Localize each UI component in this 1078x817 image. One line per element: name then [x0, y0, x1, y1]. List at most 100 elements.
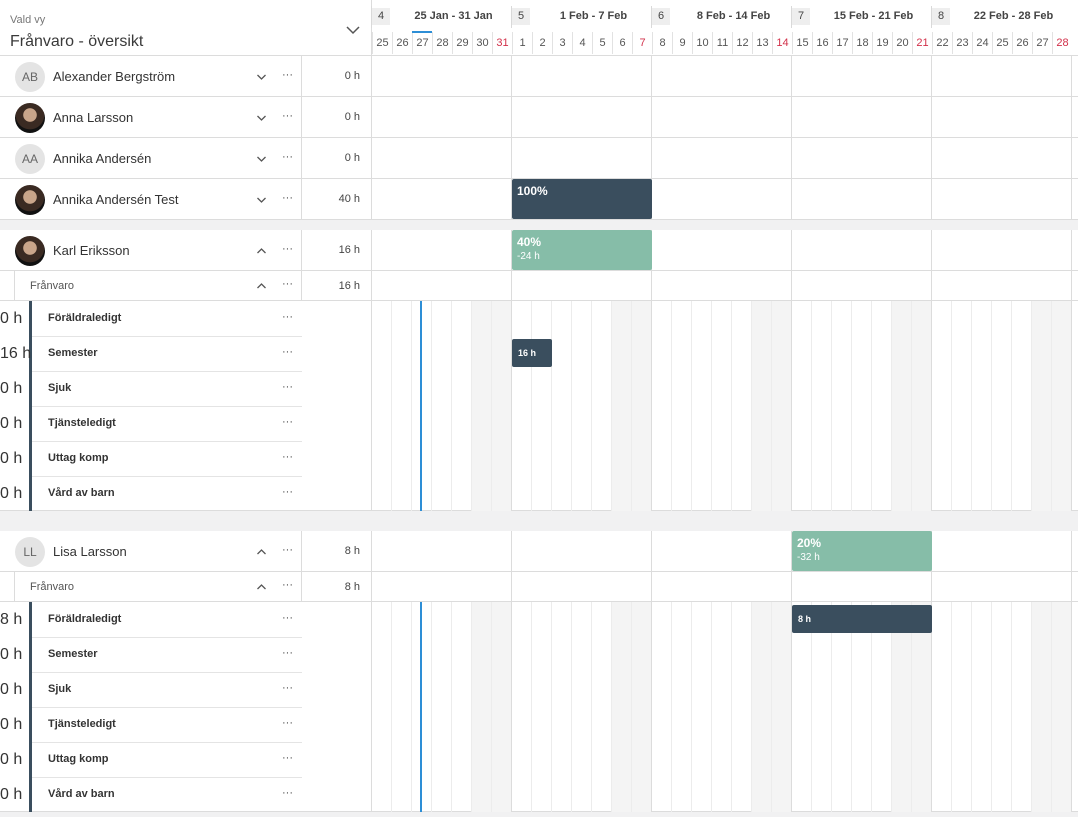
- absence-entry-bar[interactable]: 16 h: [512, 339, 552, 367]
- day-cell[interactable]: 20: [892, 32, 912, 54]
- absence-type-name[interactable]: Tjänsteledigt: [48, 718, 116, 730]
- day-cell[interactable]: 28: [432, 32, 452, 54]
- day-gridline: [951, 602, 952, 812]
- absence-type-name[interactable]: Uttag komp: [48, 753, 109, 765]
- week-gridline: [651, 602, 652, 812]
- day-cell[interactable]: 25: [372, 32, 392, 54]
- more-options-icon[interactable]: ···: [282, 486, 293, 498]
- absence-type-name[interactable]: Tjänsteledigt: [48, 417, 116, 429]
- day-cell[interactable]: 22: [932, 32, 952, 54]
- chevron-up-icon[interactable]: [256, 583, 267, 591]
- day-cell[interactable]: 10: [692, 32, 712, 54]
- absence-type-name[interactable]: Föräldraledigt: [48, 613, 121, 625]
- day-cell[interactable]: 12: [732, 32, 752, 54]
- absence-type-name[interactable]: Semester: [48, 648, 98, 660]
- absence-entry-bar[interactable]: 8 h: [792, 605, 932, 633]
- absence-summary-bar[interactable]: 20% -32 h: [792, 531, 932, 571]
- chevron-down-icon[interactable]: [256, 196, 267, 204]
- absence-type-hours: 0 h: [0, 450, 23, 467]
- day-cell[interactable]: 1: [512, 32, 532, 54]
- day-cell[interactable]: 8: [652, 32, 672, 54]
- absence-type-name[interactable]: Sjuk: [48, 382, 71, 394]
- chevron-down-icon[interactable]: [256, 73, 267, 81]
- day-gridline: [1051, 301, 1052, 511]
- more-options-icon[interactable]: ···: [282, 151, 293, 163]
- absence-type-name[interactable]: Föräldraledigt: [48, 312, 121, 324]
- day-cell[interactable]: 6: [612, 32, 632, 54]
- more-options-icon[interactable]: ···: [282, 416, 293, 428]
- day-cell[interactable]: 5: [592, 32, 612, 54]
- chevron-up-icon[interactable]: [256, 282, 267, 290]
- day-cell[interactable]: 11: [712, 32, 732, 54]
- absence-type-name[interactable]: Uttag komp: [48, 452, 109, 464]
- day-cell[interactable]: 27: [412, 32, 432, 54]
- day-cell[interactable]: 14: [772, 32, 792, 54]
- day-cell[interactable]: 3: [552, 32, 572, 54]
- day-cell[interactable]: 26: [392, 32, 412, 54]
- more-options-icon[interactable]: ···: [282, 787, 293, 799]
- more-options-icon[interactable]: ···: [282, 311, 293, 323]
- chevron-down-icon[interactable]: [345, 24, 361, 36]
- person-name-cell[interactable]: Annika Andersén Test ···: [0, 179, 302, 219]
- day-cell[interactable]: 17: [832, 32, 852, 54]
- absence-summary-bar[interactable]: 40% -24 h: [512, 230, 652, 270]
- week-gridline: [791, 572, 792, 602]
- absence-type-name[interactable]: Vård av barn: [48, 788, 115, 800]
- day-cell[interactable]: 21: [912, 32, 932, 54]
- person-name-cell[interactable]: Karl Eriksson ···: [0, 230, 302, 270]
- day-gridline: [571, 301, 572, 511]
- day-cell[interactable]: 9: [672, 32, 692, 54]
- day-cell[interactable]: 30: [472, 32, 492, 54]
- view-selector[interactable]: Vald vy Frånvaro - översikt: [0, 0, 372, 56]
- day-cell[interactable]: 16: [812, 32, 832, 54]
- more-options-icon[interactable]: ···: [282, 752, 293, 764]
- more-options-icon[interactable]: ···: [282, 278, 293, 290]
- more-options-icon[interactable]: ···: [282, 647, 293, 659]
- more-options-icon[interactable]: ···: [282, 612, 293, 624]
- absence-type-name[interactable]: Vård av barn: [48, 487, 115, 499]
- more-options-icon[interactable]: ···: [282, 110, 293, 122]
- more-options-icon[interactable]: ···: [282, 381, 293, 393]
- person-name-cell[interactable]: Anna Larsson ···: [0, 97, 302, 137]
- person-hours: 0 h: [302, 97, 372, 137]
- day-cell[interactable]: 23: [952, 32, 972, 54]
- day-cell[interactable]: 24: [972, 32, 992, 54]
- day-cell[interactable]: 28: [1052, 32, 1072, 54]
- day-cell[interactable]: 26: [1012, 32, 1032, 54]
- day-cell[interactable]: 18: [852, 32, 872, 54]
- chevron-up-icon[interactable]: [256, 548, 267, 556]
- day-cell[interactable]: 13: [752, 32, 772, 54]
- week-gridline: [371, 138, 372, 179]
- day-cell[interactable]: 4: [572, 32, 592, 54]
- more-options-icon[interactable]: ···: [282, 69, 293, 81]
- more-options-icon[interactable]: ···: [282, 451, 293, 463]
- person-name-cell[interactable]: AB Alexander Bergström ···: [0, 56, 302, 96]
- day-cell[interactable]: 29: [452, 32, 472, 54]
- more-options-icon[interactable]: ···: [282, 717, 293, 729]
- person-name: Lisa Larsson: [53, 544, 127, 559]
- day-cell[interactable]: 27: [1032, 32, 1052, 54]
- absence-type-name[interactable]: Semester: [48, 347, 98, 359]
- day-cell[interactable]: 25: [992, 32, 1012, 54]
- more-options-icon[interactable]: ···: [282, 682, 293, 694]
- more-options-icon[interactable]: ···: [282, 579, 293, 591]
- more-options-icon[interactable]: ···: [282, 192, 293, 204]
- person-name: Annika Andersén Test: [53, 192, 179, 207]
- person-name-cell[interactable]: LL Lisa Larsson ···: [0, 531, 302, 571]
- absence-type-name[interactable]: Sjuk: [48, 683, 71, 695]
- chevron-down-icon[interactable]: [256, 114, 267, 122]
- absence-bar[interactable]: 100%: [512, 179, 652, 219]
- day-cell[interactable]: 2: [532, 32, 552, 54]
- week-gridline: [1071, 97, 1072, 138]
- more-options-icon[interactable]: ···: [282, 544, 293, 556]
- person-name-cell[interactable]: AA Annika Andersén ···: [0, 138, 302, 178]
- day-cell[interactable]: 15: [792, 32, 812, 54]
- chevron-down-icon[interactable]: [256, 155, 267, 163]
- day-cell[interactable]: 31: [492, 32, 512, 54]
- person-row: AA Annika Andersén ··· 0 h: [0, 138, 1078, 179]
- more-options-icon[interactable]: ···: [282, 346, 293, 358]
- day-cell[interactable]: 19: [872, 32, 892, 54]
- chevron-up-icon[interactable]: [256, 247, 267, 255]
- day-cell[interactable]: 7: [632, 32, 652, 54]
- more-options-icon[interactable]: ···: [282, 243, 293, 255]
